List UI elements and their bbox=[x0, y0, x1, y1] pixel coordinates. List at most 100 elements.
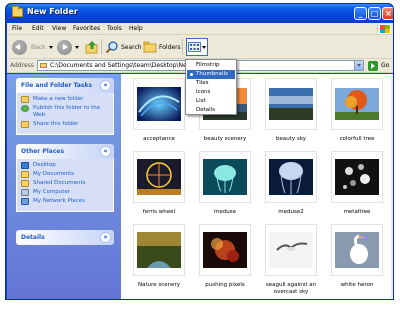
views-icon bbox=[188, 42, 201, 52]
menu-bar: File Edit View Favorites Tools Help bbox=[7, 23, 393, 35]
blue-swirl-thumbnail bbox=[137, 87, 181, 121]
selected-radio-icon bbox=[190, 73, 193, 76]
folders-button[interactable]: Folders bbox=[143, 39, 181, 55]
jellyfish-thumbnail bbox=[269, 159, 313, 195]
task-make-new-folder[interactable]: Make a new folder bbox=[21, 96, 109, 103]
place-my-computer[interactable]: My Computer bbox=[21, 189, 109, 196]
panel-title: File and Folder Tasks bbox=[21, 82, 93, 89]
minimize-button[interactable]: _ bbox=[354, 7, 367, 20]
place-label: My Documents bbox=[33, 171, 75, 177]
title-bar[interactable]: New Folder _ □ × bbox=[6, 4, 393, 23]
place-my-documents[interactable]: My Documents bbox=[21, 171, 109, 178]
file-name: metaltree bbox=[343, 209, 371, 215]
folders-icon bbox=[143, 41, 157, 53]
task-share-folder[interactable]: Share this folder bbox=[21, 121, 109, 128]
network-icon bbox=[21, 198, 29, 205]
search-icon bbox=[105, 41, 118, 54]
views-dropdown-icon bbox=[202, 45, 206, 49]
maximize-button[interactable]: □ bbox=[368, 7, 381, 20]
file-name: beauty scenery bbox=[203, 136, 247, 142]
file-thumbnail[interactable]: beauty sky bbox=[258, 78, 324, 143]
folder-icon bbox=[12, 6, 23, 17]
jellyfish-thumbnail bbox=[203, 159, 247, 195]
forest-river-thumbnail bbox=[137, 232, 181, 268]
view-option-filmstrip[interactable]: Filmstrip bbox=[187, 61, 235, 70]
task-label: Share this folder bbox=[33, 121, 79, 127]
place-label: Desktop bbox=[33, 162, 56, 168]
file-name: acceptance bbox=[143, 136, 175, 142]
forward-button[interactable] bbox=[57, 39, 79, 55]
view-option-icons[interactable]: Icons bbox=[187, 88, 235, 97]
file-thumbnail[interactable]: ferris wheel bbox=[126, 151, 192, 216]
other-places-panel: Other Places « Desktop My Documents Shar… bbox=[16, 144, 114, 212]
menu-help[interactable]: Help bbox=[129, 25, 143, 32]
menu-file[interactable]: File bbox=[12, 25, 22, 32]
expand-chevron-icon[interactable]: » bbox=[100, 232, 111, 243]
file-thumbnail[interactable]: colorfull tree bbox=[324, 78, 390, 143]
computer-icon bbox=[21, 189, 29, 196]
view-option-tiles[interactable]: Tiles bbox=[187, 79, 235, 88]
file-thumbnail[interactable]: seagull against an overcast sky bbox=[258, 224, 324, 296]
place-label: Shared Documents bbox=[33, 180, 86, 186]
panel-header[interactable]: File and Folder Tasks « bbox=[16, 78, 114, 93]
collapse-chevron-icon[interactable]: « bbox=[100, 146, 111, 157]
back-label: Back bbox=[31, 43, 46, 51]
windows-logo-icon bbox=[377, 24, 391, 34]
file-thumbnail[interactable]: meduse2 bbox=[258, 151, 324, 216]
documents-folder-icon bbox=[21, 171, 29, 178]
scrollbar[interactable] bbox=[391, 74, 393, 299]
back-arrow-icon bbox=[12, 39, 27, 55]
menu-favorites[interactable]: Favorites bbox=[73, 25, 100, 32]
go-button[interactable]: Go bbox=[368, 60, 389, 71]
place-desktop[interactable]: Desktop bbox=[21, 162, 109, 169]
place-shared-documents[interactable]: Shared Documents bbox=[21, 180, 109, 187]
view-option-label: Thumbnails bbox=[196, 71, 228, 77]
menu-edit[interactable]: Edit bbox=[32, 25, 44, 32]
up-folder-button[interactable] bbox=[85, 39, 99, 55]
address-dropdown-icon[interactable] bbox=[354, 61, 363, 70]
file-thumbnail[interactable]: acceptance bbox=[126, 78, 192, 143]
toolbar-separator bbox=[101, 39, 102, 55]
panel-title: Other Places bbox=[21, 148, 65, 155]
file-name: pushing pixels bbox=[205, 282, 245, 288]
file-thumbnail[interactable]: Nature scenery bbox=[126, 224, 192, 289]
panel-header[interactable]: Other Places « bbox=[16, 144, 114, 159]
views-button[interactable] bbox=[186, 38, 208, 56]
view-option-list[interactable]: List bbox=[187, 97, 235, 106]
back-dropdown-icon bbox=[48, 45, 53, 49]
desktop-icon bbox=[21, 162, 29, 169]
heron-thumbnail bbox=[335, 232, 379, 268]
file-folder-tasks-panel: File and Folder Tasks « Make a new folde… bbox=[16, 78, 114, 135]
view-option-details[interactable]: Details bbox=[187, 106, 235, 115]
go-label: Go bbox=[381, 62, 390, 69]
toolbar-separator bbox=[182, 39, 183, 55]
folder-icon bbox=[40, 63, 47, 68]
menu-view[interactable]: View bbox=[52, 25, 66, 32]
abstract-pixels-thumbnail bbox=[203, 232, 247, 268]
forward-dropdown-icon bbox=[75, 45, 79, 49]
view-option-thumbnails[interactable]: Thumbnails bbox=[187, 70, 235, 79]
close-button[interactable]: × bbox=[382, 7, 393, 20]
file-thumbnail[interactable]: metaltree bbox=[324, 151, 390, 216]
shared-folder-icon bbox=[21, 121, 29, 128]
file-name: Nature scenery bbox=[137, 282, 181, 288]
menu-tools[interactable]: Tools bbox=[107, 25, 122, 32]
details-panel: Details » bbox=[16, 230, 114, 245]
search-label: Search bbox=[121, 43, 142, 51]
file-thumbnail[interactable]: meduse bbox=[192, 151, 258, 216]
file-thumbnail[interactable]: white heron bbox=[324, 224, 390, 289]
sky-landscape-thumbnail bbox=[269, 88, 313, 120]
place-my-network[interactable]: My Network Places bbox=[21, 198, 109, 205]
task-publish-web[interactable]: Publish this folder to the Web bbox=[21, 105, 109, 119]
file-name: white heron bbox=[340, 282, 374, 288]
file-name: ferris wheel bbox=[142, 209, 176, 215]
file-name: beauty sky bbox=[275, 136, 306, 142]
back-button[interactable]: Back bbox=[12, 39, 53, 55]
place-label: My Network Places bbox=[33, 198, 85, 204]
collapse-chevron-icon[interactable]: « bbox=[100, 80, 111, 91]
search-button[interactable]: Search bbox=[105, 39, 142, 55]
panel-header[interactable]: Details » bbox=[16, 230, 114, 245]
file-thumbnail[interactable]: pushing pixels bbox=[192, 224, 258, 289]
metal-tree-thumbnail bbox=[335, 159, 379, 195]
panel-title: Details bbox=[21, 234, 45, 241]
